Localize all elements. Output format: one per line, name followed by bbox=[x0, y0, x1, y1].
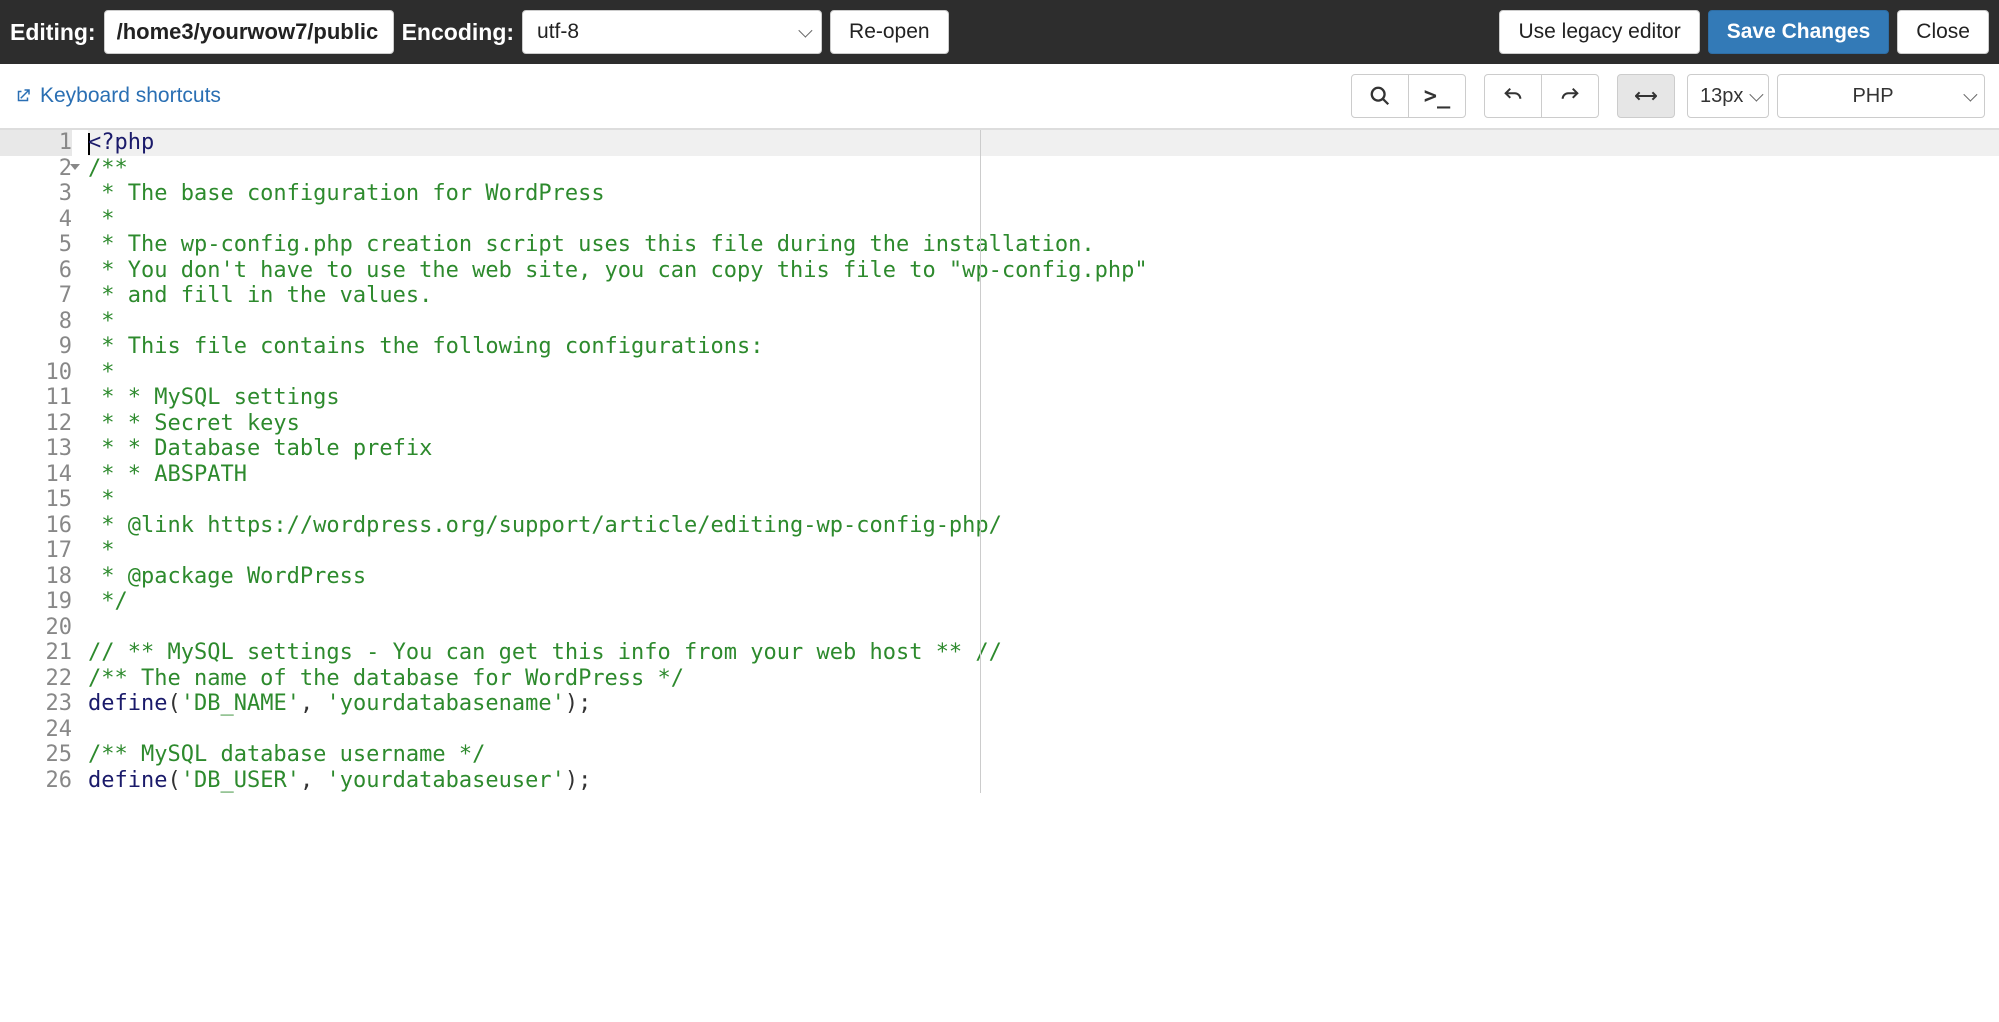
line-number: 5 bbox=[0, 232, 72, 258]
code-line[interactable]: * * ABSPATH bbox=[88, 462, 1999, 488]
toolbar: Keyboard shortcuts >_ 13px PHP bbox=[0, 64, 1999, 130]
code-line[interactable]: <?php bbox=[88, 130, 1999, 156]
code-line[interactable]: * * MySQL settings bbox=[88, 385, 1999, 411]
line-number: 10 bbox=[0, 360, 72, 386]
filepath-input[interactable] bbox=[104, 10, 394, 54]
code-line[interactable]: * * Secret keys bbox=[88, 411, 1999, 437]
save-changes-button[interactable]: Save Changes bbox=[1708, 10, 1890, 54]
code-line[interactable]: define('DB_USER', 'yourdatabaseuser'); bbox=[88, 768, 1999, 794]
use-legacy-editor-button[interactable]: Use legacy editor bbox=[1499, 10, 1699, 54]
code-line[interactable]: /** bbox=[88, 156, 1999, 182]
line-number: 20 bbox=[0, 615, 72, 641]
line-number: 21 bbox=[0, 640, 72, 666]
encoding-select[interactable]: utf-8 bbox=[522, 10, 822, 54]
redo-button[interactable] bbox=[1541, 74, 1599, 118]
code-line[interactable]: /** MySQL database username */ bbox=[88, 742, 1999, 768]
fold-marker-icon[interactable] bbox=[70, 164, 80, 170]
terminal-icon: >_ bbox=[1424, 84, 1451, 109]
line-number: 11 bbox=[0, 385, 72, 411]
encoding-label: Encoding: bbox=[402, 19, 514, 46]
undo-button[interactable] bbox=[1484, 74, 1542, 118]
line-gutter: 1234567891011121314151617181920212223242… bbox=[0, 130, 82, 793]
code-line[interactable]: * * Database table prefix bbox=[88, 436, 1999, 462]
code-line[interactable] bbox=[88, 615, 1999, 641]
line-number: 24 bbox=[0, 717, 72, 743]
line-number: 23 bbox=[0, 691, 72, 717]
topbar: Editing: Encoding: utf-8 Re-open Use leg… bbox=[0, 0, 1999, 64]
keyboard-shortcuts-link[interactable]: Keyboard shortcuts bbox=[14, 84, 221, 108]
line-number: 13 bbox=[0, 436, 72, 462]
code-line[interactable]: */ bbox=[88, 589, 1999, 615]
line-number: 22 bbox=[0, 666, 72, 692]
line-number: 14 bbox=[0, 462, 72, 488]
chevron-down-icon bbox=[1963, 88, 1977, 102]
code-area[interactable]: <?php/** * The base configuration for Wo… bbox=[82, 130, 1999, 793]
line-number: 25 bbox=[0, 742, 72, 768]
code-line[interactable]: // ** MySQL settings - You can get this … bbox=[88, 640, 1999, 666]
line-number: 2 bbox=[0, 156, 72, 182]
code-line[interactable]: * and fill in the values. bbox=[88, 283, 1999, 309]
line-number: 19 bbox=[0, 589, 72, 615]
search-icon bbox=[1369, 85, 1391, 107]
editing-label: Editing: bbox=[10, 19, 96, 46]
font-size-select[interactable]: 13px bbox=[1687, 74, 1769, 118]
undo-redo-group bbox=[1484, 74, 1599, 118]
code-line[interactable]: * bbox=[88, 360, 1999, 386]
line-number: 15 bbox=[0, 487, 72, 513]
encoding-value: utf-8 bbox=[537, 20, 579, 44]
print-margin-line bbox=[980, 130, 981, 793]
line-number: 3 bbox=[0, 181, 72, 207]
line-number: 18 bbox=[0, 564, 72, 590]
search-button[interactable] bbox=[1351, 74, 1409, 118]
redo-icon bbox=[1559, 85, 1581, 107]
wrap-toggle-button[interactable] bbox=[1617, 74, 1675, 118]
line-number: 9 bbox=[0, 334, 72, 360]
code-line[interactable]: * bbox=[88, 309, 1999, 335]
code-line[interactable]: * @package WordPress bbox=[88, 564, 1999, 590]
code-line[interactable]: * You don't have to use the web site, yo… bbox=[88, 258, 1999, 284]
code-line[interactable] bbox=[88, 717, 1999, 743]
language-select[interactable]: PHP bbox=[1777, 74, 1985, 118]
terminal-button[interactable]: >_ bbox=[1408, 74, 1466, 118]
code-editor[interactable]: 1234567891011121314151617181920212223242… bbox=[0, 130, 1999, 793]
undo-icon bbox=[1502, 85, 1524, 107]
line-number: 4 bbox=[0, 207, 72, 233]
chevron-down-icon bbox=[798, 24, 812, 38]
code-line[interactable]: * This file contains the following confi… bbox=[88, 334, 1999, 360]
code-line[interactable]: * bbox=[88, 487, 1999, 513]
code-line[interactable]: * @link https://wordpress.org/support/ar… bbox=[88, 513, 1999, 539]
line-number: 17 bbox=[0, 538, 72, 564]
line-number: 8 bbox=[0, 309, 72, 335]
code-line[interactable]: define('DB_NAME', 'yourdatabasename'); bbox=[88, 691, 1999, 717]
line-number: 6 bbox=[0, 258, 72, 284]
external-link-icon bbox=[14, 87, 32, 105]
code-line[interactable]: * The wp-config.php creation script uses… bbox=[88, 232, 1999, 258]
chevron-down-icon bbox=[1749, 88, 1763, 102]
close-button[interactable]: Close bbox=[1897, 10, 1989, 54]
line-number: 1 bbox=[0, 130, 72, 156]
reopen-button[interactable]: Re-open bbox=[830, 10, 949, 54]
code-line[interactable]: * bbox=[88, 538, 1999, 564]
code-line[interactable]: /** The name of the database for WordPre… bbox=[88, 666, 1999, 692]
line-number: 16 bbox=[0, 513, 72, 539]
code-line[interactable]: * The base configuration for WordPress bbox=[88, 181, 1999, 207]
keyboard-shortcuts-label: Keyboard shortcuts bbox=[40, 84, 221, 108]
line-number: 7 bbox=[0, 283, 72, 309]
code-line[interactable]: * bbox=[88, 207, 1999, 233]
language-value: PHP bbox=[1852, 85, 1893, 108]
search-terminal-group: >_ bbox=[1351, 74, 1466, 118]
font-size-value: 13px bbox=[1700, 85, 1743, 108]
line-number: 26 bbox=[0, 768, 72, 794]
wrap-icon bbox=[1635, 88, 1657, 104]
line-number: 12 bbox=[0, 411, 72, 437]
